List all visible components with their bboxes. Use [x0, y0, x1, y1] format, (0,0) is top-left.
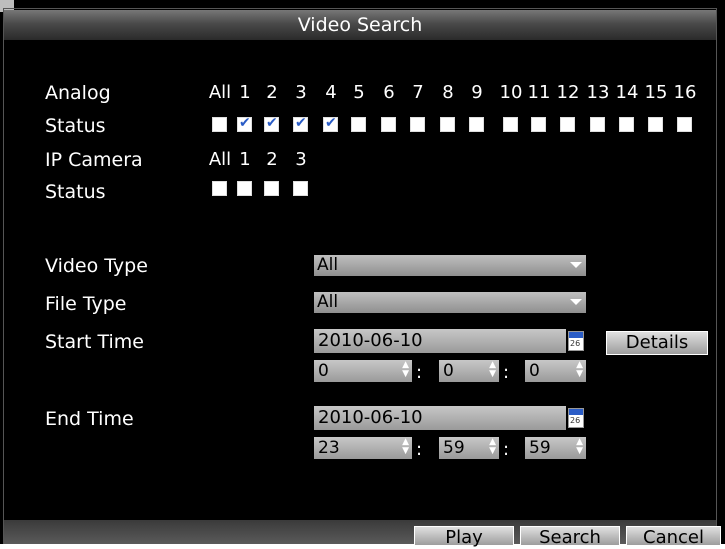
analog-checkbox-10[interactable]: [503, 117, 518, 132]
analog-status-label: Status: [45, 115, 106, 137]
analog-channel-11: 11: [527, 82, 551, 103]
analog-checkbox-15[interactable]: [648, 117, 663, 132]
ip-camera-checkbox-2[interactable]: [264, 181, 279, 196]
analog-channel-13: 13: [586, 82, 610, 103]
analog-checkbox-3[interactable]: ✔: [293, 115, 308, 132]
spinner-icon: ▲ ▼: [402, 437, 409, 456]
spinner-icon: ▲ ▼: [489, 360, 496, 379]
analog-channel-4: 4: [325, 82, 337, 103]
start-minute-spinner[interactable]: 0 ▲ ▼: [439, 360, 499, 382]
analog-label: Analog: [45, 82, 111, 104]
analog-channel-3: 3: [295, 82, 307, 103]
end-date-field[interactable]: 2010-06-10: [314, 406, 566, 430]
ip-camera-label: IP Camera: [45, 149, 143, 171]
start-time-label: Start Time: [45, 331, 144, 353]
analog-checkbox-5[interactable]: [351, 117, 366, 132]
analog-channel-8: 8: [442, 82, 454, 103]
analog-channel-all: All: [208, 82, 232, 103]
analog-channel-6: 6: [383, 82, 395, 103]
file-type-value: All: [317, 292, 339, 312]
search-button[interactable]: Search: [520, 526, 620, 548]
start-second-spinner[interactable]: 0 ▲ ▼: [525, 360, 586, 382]
analog-checkbox-14[interactable]: [619, 117, 634, 132]
calendar-icon[interactable]: 26: [568, 408, 584, 428]
calendar-icon[interactable]: 26: [568, 331, 584, 351]
analog-channel-9: 9: [471, 82, 483, 103]
analog-checkbox-2[interactable]: ✔: [264, 115, 279, 132]
end-minute-spinner[interactable]: 59 ▲ ▼: [439, 437, 499, 459]
analog-channel-7: 7: [412, 82, 424, 103]
end-time-label: End Time: [45, 408, 134, 430]
analog-channel-15: 15: [644, 82, 668, 103]
checkmark-icon: ✔: [266, 115, 278, 131]
end-second-spinner[interactable]: 59 ▲ ▼: [525, 437, 586, 459]
checkmark-icon: ✔: [295, 115, 307, 131]
analog-checkbox-11[interactable]: [531, 117, 546, 132]
analog-checkbox-13[interactable]: [590, 117, 605, 132]
analog-channel-2: 2: [266, 82, 278, 103]
ip-camera-status-label: Status: [45, 181, 106, 203]
analog-channel-14: 14: [615, 82, 639, 103]
chevron-down-icon: [570, 262, 582, 268]
video-type-dropdown[interactable]: All: [314, 255, 586, 276]
analog-channel-5: 5: [353, 82, 365, 103]
analog-checkbox-7[interactable]: [410, 117, 425, 132]
dialog-title: Video Search: [4, 10, 716, 40]
end-hour-spinner[interactable]: 23 ▲ ▼: [314, 437, 412, 459]
ip-camera-channel-1: 1: [239, 149, 251, 170]
file-type-dropdown[interactable]: All: [314, 292, 586, 313]
ip-camera-channel-2: 2: [266, 149, 278, 170]
spinner-icon: ▲ ▼: [489, 437, 496, 456]
spinner-icon: ▲ ▼: [576, 360, 583, 379]
start-date-field[interactable]: 2010-06-10: [314, 329, 566, 353]
spinner-icon: ▲ ▼: [402, 360, 409, 379]
analog-checkbox-9[interactable]: [469, 117, 484, 132]
analog-checkbox-1[interactable]: ✔: [237, 115, 252, 132]
play-button[interactable]: Play: [414, 526, 514, 548]
analog-checkbox-16[interactable]: [677, 117, 692, 132]
start-hour-spinner[interactable]: 0 ▲ ▼: [314, 360, 412, 382]
analog-checkbox-12[interactable]: [560, 117, 575, 132]
analog-checkbox-all[interactable]: [212, 117, 227, 132]
analog-channel-1: 1: [239, 82, 251, 103]
details-button[interactable]: Details: [606, 331, 708, 355]
checkmark-icon: ✔: [325, 115, 337, 131]
spinner-icon: ▲ ▼: [576, 437, 583, 456]
analog-checkbox-6[interactable]: [381, 117, 396, 132]
checkmark-icon: ✔: [239, 115, 251, 131]
analog-checkbox-4[interactable]: ✔: [323, 115, 338, 132]
ip-camera-checkbox-all[interactable]: [212, 181, 227, 196]
file-type-label: File Type: [45, 293, 127, 315]
video-type-value: All: [317, 255, 339, 275]
analog-channel-12: 12: [556, 82, 580, 103]
ip-camera-channel-3: 3: [295, 149, 307, 170]
ip-camera-checkbox-1[interactable]: [237, 181, 252, 196]
cancel-button[interactable]: Cancel: [626, 526, 721, 548]
ip-camera-channel-all: All: [208, 149, 232, 170]
analog-checkbox-8[interactable]: [440, 117, 455, 132]
video-type-label: Video Type: [45, 255, 148, 277]
analog-channel-10: 10: [499, 82, 523, 103]
chevron-down-icon: [570, 299, 582, 305]
video-search-dialog: Video Search Analog Status All 1 2 3 4 5 6 7 8 9 1…: [0, 0, 725, 548]
analog-channel-16: 16: [673, 82, 697, 103]
ip-camera-checkbox-3[interactable]: [293, 181, 308, 196]
